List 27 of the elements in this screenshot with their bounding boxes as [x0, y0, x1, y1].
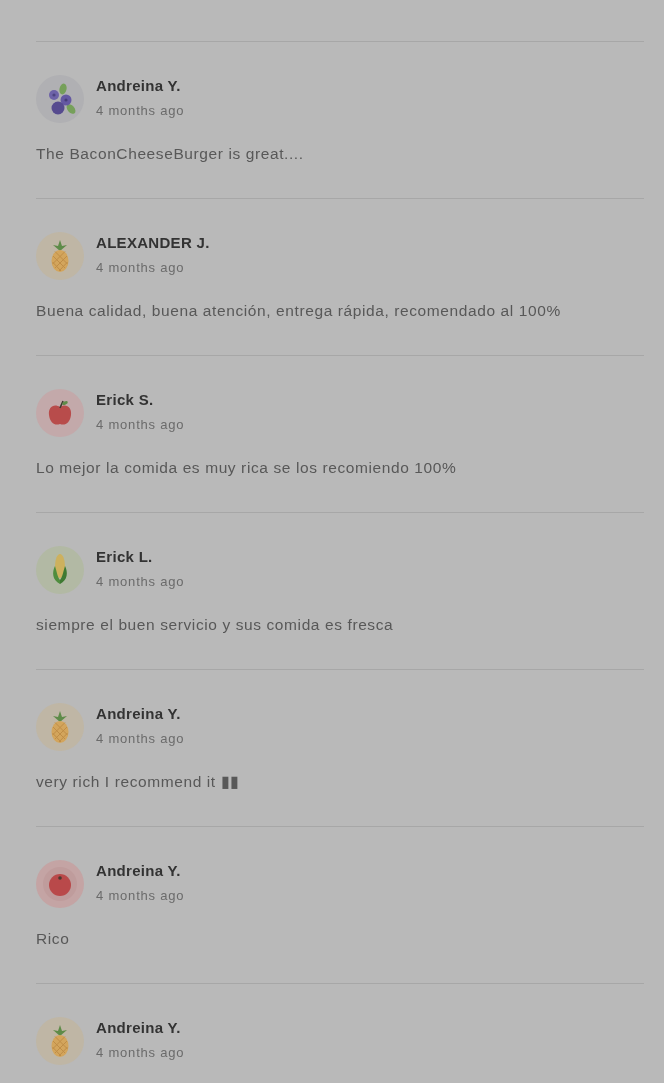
review-text: Buena calidad, buena atención, entrega rápida, recomendado al 100%: [36, 301, 562, 321]
reviewer-name: Erick L.: [96, 547, 154, 567]
review-text: The BaconCheeseBurger is great....: [36, 144, 305, 164]
reviewer-name: Erick S.: [96, 390, 155, 410]
review-text: Rico: [36, 929, 71, 949]
blueberries-icon: [36, 75, 84, 123]
reviewer-name: Andreina Y.: [96, 76, 182, 96]
review-text: Lo mejor la comida es muy rica se los recomiendo 100%: [36, 458, 458, 478]
apple-icon: [36, 389, 84, 437]
review-time: 4 months ago: [96, 887, 185, 905]
reviewer-name: Andreina Y.: [96, 861, 182, 881]
corn-icon: [36, 546, 84, 594]
reviewer-name: ALEXANDER J.: [96, 233, 210, 253]
tomato-icon: [36, 860, 84, 908]
pineapple-icon: [36, 703, 84, 751]
review-time: 4 months ago: [96, 102, 185, 120]
pineapple-icon: [36, 232, 84, 280]
review-time: 4 months ago: [96, 730, 185, 748]
review-text: very rich I recommend it ▮▮: [36, 772, 241, 792]
review-time: 4 months ago: [96, 259, 186, 277]
review-text: siempre el buen servicio y sus comida es fresca: [36, 615, 395, 635]
review-time: 4 months ago: [96, 416, 185, 434]
reviewer-name: Andreina Y.: [96, 704, 182, 724]
review-time: 4 months ago: [96, 1044, 185, 1062]
reviewer-name: Andreina Y.: [96, 1018, 182, 1038]
pineapple-icon: [36, 1017, 84, 1065]
review-time: 4 months ago: [96, 573, 185, 591]
